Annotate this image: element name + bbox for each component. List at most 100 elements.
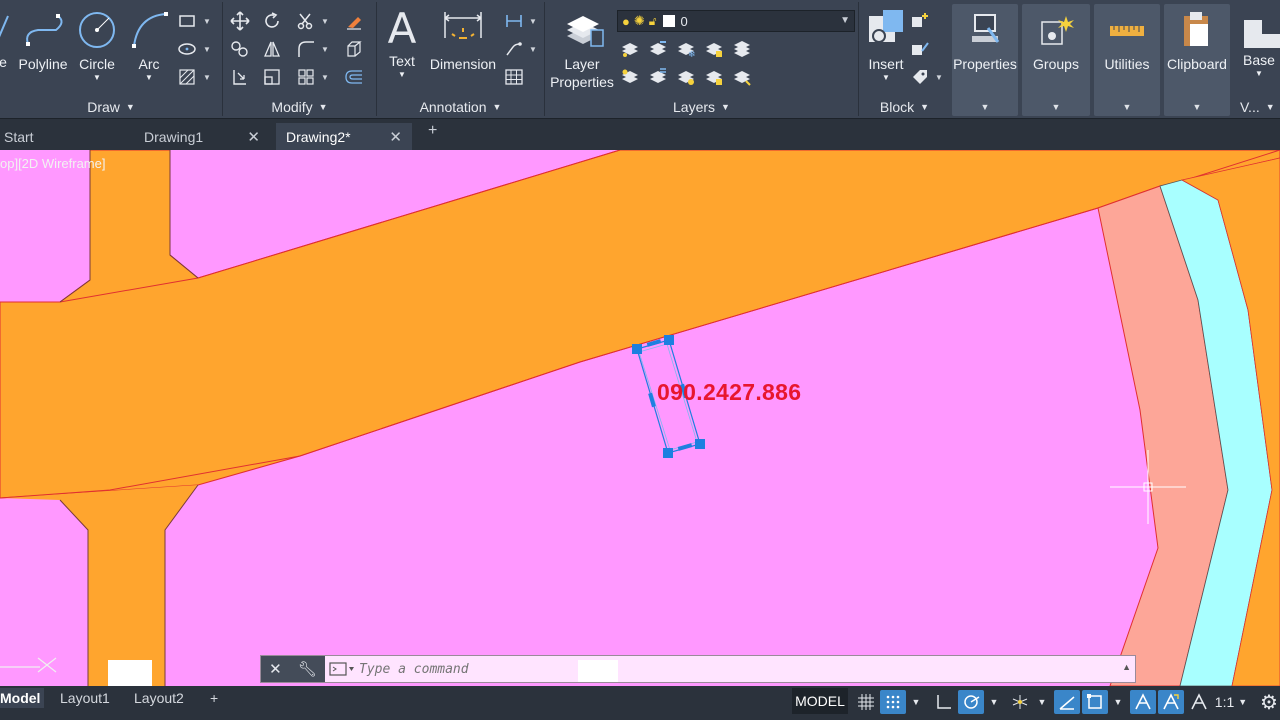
circle-button[interactable]: Circle ▼ [76,8,118,82]
trim-button[interactable] [295,10,317,32]
road-polygon[interactable] [0,150,1280,499]
attribute-dropdown-icon[interactable]: ▼ [935,73,943,82]
object-snap-button[interactable] [1082,690,1108,714]
annotation-scale-selector[interactable]: 1:1 ▼ [1214,690,1248,714]
tab-start[interactable]: Start [0,123,130,151]
table-button[interactable] [503,66,525,88]
hatch-dropdown-icon[interactable]: ▼ [203,73,211,82]
road-edge-line[interactable] [169,150,199,279]
close-command-icon[interactable]: ✕ [269,660,282,678]
insert-button[interactable]: Insert ▼ [861,6,911,82]
text-button[interactable]: A Text ▼ [381,6,423,80]
layer-tool-10[interactable] [731,66,753,88]
leader-dropdown-icon[interactable]: ▼ [529,45,537,54]
modify-panel-footer[interactable]: Modify ▼ [223,96,376,118]
viewport-label[interactable]: op][2D Wireframe] [0,156,105,171]
layer-tool-7[interactable] [647,66,669,88]
tab-layout1[interactable]: Layout1 [56,688,114,708]
annotation-panel-footer[interactable]: Annotation ▼ [377,96,544,118]
snap-button[interactable] [880,690,906,714]
polar-dropdown-icon[interactable]: ▼ [986,690,1002,714]
leader-button[interactable] [503,38,525,60]
command-input[interactable] [359,659,1059,679]
arc-button[interactable]: Arc ▼ [128,8,170,82]
line-button[interactable]: e [0,8,10,71]
wrench-icon[interactable]: 🔧︎ [298,660,317,678]
close-icon[interactable]: ✕ [389,128,402,146]
view-panel-footer[interactable]: V... ▼ [1234,96,1280,118]
draw-panel-footer[interactable]: Draw ▼ [0,96,222,118]
create-block-button[interactable] [909,10,931,32]
layer-dropdown[interactable]: ● ✺ 🔓︎ 0 ▼ [617,10,855,32]
edit-block-button[interactable] [909,38,931,60]
isodraft-dropdown-icon[interactable]: ▼ [1034,690,1050,714]
text-dropdown-icon[interactable]: ▼ [381,70,423,79]
arc-dropdown-icon[interactable]: ▼ [128,73,170,82]
layer-tool-2[interactable] [647,38,669,60]
layer-tool-8[interactable] [675,66,697,88]
polyline-button[interactable]: Polyline [14,8,72,73]
grip-handle[interactable] [695,439,705,449]
utilities-panel-button[interactable]: Utilities ▼ [1094,4,1160,116]
ortho-button[interactable] [932,690,956,714]
rectangle-dropdown-icon[interactable]: ▼ [203,17,211,26]
rectangle-button[interactable] [176,10,198,32]
tab-drawing1[interactable]: Drawing1 ✕ [134,123,270,151]
rect-array-button[interactable] [295,66,317,88]
groups-panel-button[interactable]: Groups ▼ [1022,4,1090,116]
fillet-button[interactable] [295,38,317,60]
drawing-geometry[interactable] [0,150,1280,686]
copy-button[interactable] [229,38,251,60]
base-dropdown-icon[interactable]: ▼ [1238,69,1280,78]
grip-handle[interactable] [664,335,674,345]
layer-tool-3[interactable]: ❄ [675,38,697,60]
close-icon[interactable]: ✕ [247,128,260,146]
block-attribute-button[interactable] [909,66,931,88]
annotation-text[interactable]: 090.2427.886 [657,379,801,406]
new-tab-plus-icon[interactable]: + [428,122,437,140]
insert-dropdown-icon[interactable]: ▼ [861,73,911,82]
linear-dim-dropdown-icon[interactable]: ▼ [529,17,537,26]
add-layout-plus-icon[interactable]: + [206,688,222,708]
clipboard-panel-button[interactable]: Clipboard ▼ [1164,4,1230,116]
layer-tool-6[interactable] [619,66,641,88]
layer-tool-4[interactable] [703,38,725,60]
circle-dropdown-icon[interactable]: ▼ [76,73,118,82]
array-dropdown-icon[interactable]: ▼ [321,73,329,82]
erase-button[interactable] [343,10,365,32]
model-space-button[interactable]: MODEL [792,688,848,714]
drawing-canvas[interactable]: op][2D Wireframe] 090.2427.886 [0,150,1280,686]
snap-dropdown-icon[interactable]: ▼ [908,690,924,714]
layer-tool-5[interactable] [731,38,753,60]
lot-polygon[interactable] [0,150,90,302]
offset-button[interactable] [343,66,365,88]
annotation-scale-icon-button[interactable] [1188,690,1210,714]
stretch-button[interactable] [229,66,251,88]
grip-handle[interactable] [632,344,642,354]
white-block[interactable] [108,660,152,686]
annotation-visibility-button[interactable] [1130,690,1156,714]
midpoint-grip[interactable] [677,443,693,451]
workspace-settings-button[interactable]: ⚙︎ [1256,690,1280,714]
object-snap-tracking-button[interactable] [1054,690,1080,714]
mirror-button[interactable] [261,38,283,60]
tab-model[interactable]: Model [0,688,45,708]
road-edge-line[interactable] [59,499,89,686]
command-history-up-icon[interactable]: ▲ [1122,662,1131,672]
hatch-button[interactable] [176,66,198,88]
grip-handle[interactable] [663,448,673,458]
autoscale-button[interactable] [1158,690,1184,714]
tab-drawing2[interactable]: Drawing2* ✕ [276,123,412,151]
fillet-dropdown-icon[interactable]: ▼ [321,45,329,54]
trim-dropdown-icon[interactable]: ▼ [321,17,329,26]
road-polygon[interactable] [0,485,198,686]
scale-button[interactable] [261,66,283,88]
dimension-button[interactable]: Dimension [429,8,497,73]
base-button[interactable]: Base ▼ [1238,14,1280,78]
command-prompt-icon[interactable] [329,662,355,676]
layers-panel-footer[interactable]: Layers ▼ [545,96,858,118]
midpoint-grip[interactable] [648,392,656,408]
grid-button[interactable] [854,690,878,714]
ellipse-dropdown-icon[interactable]: ▼ [203,45,211,54]
rotate-button[interactable] [261,10,283,32]
